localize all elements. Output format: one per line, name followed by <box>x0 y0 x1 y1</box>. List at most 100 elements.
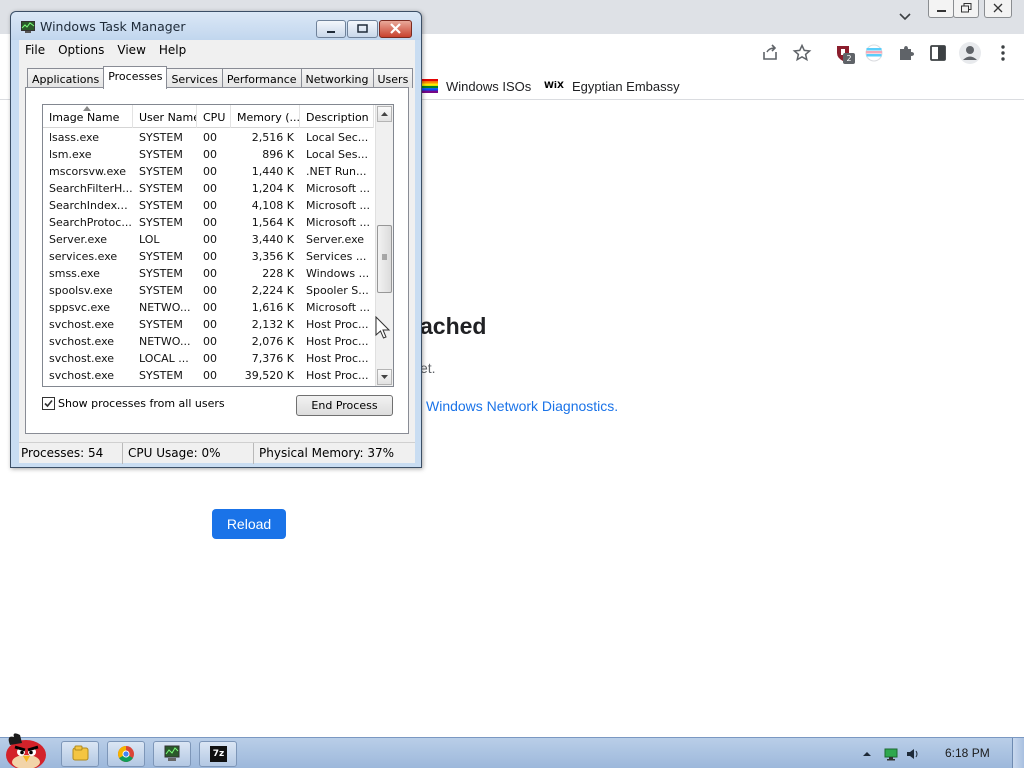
bookmark-label: Windows ISOs <box>446 78 532 94</box>
column-header-description[interactable]: Description <box>300 105 374 128</box>
status-processes: Processes: 54 <box>19 443 123 464</box>
chevron-down-icon[interactable] <box>897 8 913 24</box>
menu-file[interactable]: File <box>19 40 52 60</box>
menu-options[interactable]: Options <box>52 40 111 60</box>
table-row[interactable]: svchost.exe NETWO... 00 2,076 K Host Proc... <box>43 333 374 350</box>
minimize-icon <box>937 10 946 12</box>
bookmark-egyptian-embassy[interactable]: WiX Egyptian Embassy <box>544 77 680 95</box>
task-manager-title-bar[interactable]: Windows Task Manager <box>11 12 421 40</box>
rainbow-flag-icon <box>420 79 438 93</box>
taskbar-7zip-button[interactable]: 7z <box>199 741 237 767</box>
tab-applications[interactable]: Applications <box>27 68 105 88</box>
grip-icon <box>382 254 387 260</box>
flag-extension-icon[interactable] <box>864 43 884 63</box>
menu-icon[interactable] <box>993 43 1013 63</box>
process-list-header: Image Name User Name CPU Memory (... Des… <box>43 105 374 128</box>
browser-minimize-button[interactable] <box>928 0 954 18</box>
show-all-users-label: Show processes from all users <box>58 397 225 410</box>
taskbar: 7z 6:18 PM <box>0 733 1024 768</box>
share-icon[interactable] <box>760 43 780 63</box>
column-header-memory[interactable]: Memory (... <box>231 105 300 128</box>
tm-minimize-button[interactable] <box>316 20 346 38</box>
network-diagnostics-link[interactable]: Windows Network Diagnostics. <box>426 398 618 414</box>
table-row[interactable]: svchost.exe SYSTEM 00 2,132 K Host Proc... <box>43 316 374 333</box>
table-row[interactable]: sppsvc.exe NETWO... 00 1,616 K Microsoft ... <box>43 299 374 316</box>
show-all-users-checkbox[interactable]: Show processes from all users <box>42 397 225 410</box>
shield-extension-icon[interactable]: 2 <box>834 43 855 64</box>
menu-view[interactable]: View <box>111 40 152 60</box>
bookmark-windows-isos[interactable]: Windows ISOs <box>420 77 531 95</box>
end-process-button[interactable]: End Process <box>296 395 393 416</box>
browser-close-button[interactable] <box>984 0 1012 18</box>
error-subtitle: et. <box>420 360 436 376</box>
minimize-icon <box>327 31 335 33</box>
extension-badge: 2 <box>843 53 855 64</box>
status-physical-memory: Physical Memory: 37% <box>259 446 395 460</box>
taskbar-explorer-button[interactable] <box>61 741 99 767</box>
taskbar-clock[interactable]: 6:18 PM <box>945 746 990 760</box>
close-icon <box>993 3 1003 13</box>
table-row[interactable]: mscorsvw.exe SYSTEM 00 1,440 K .NET Run... <box>43 163 374 180</box>
desktop-screen: 2 Windows ISOs WiX Egyptian Embassy ache… <box>0 0 1024 768</box>
process-list[interactable]: Image Name User Name CPU Memory (... Des… <box>42 104 394 387</box>
tab-services[interactable]: Services <box>166 68 223 88</box>
task-manager-body: Applications Processes Services Performa… <box>19 60 415 442</box>
scroll-thumb[interactable] <box>377 225 392 293</box>
task-manager-icon <box>164 745 180 761</box>
taskbar-task-manager-button[interactable] <box>153 741 191 767</box>
browser-restore-button[interactable] <box>953 0 979 18</box>
table-row[interactable]: smss.exe SYSTEM 00 228 K Windows ... <box>43 265 374 282</box>
tab-processes[interactable]: Processes <box>103 66 168 89</box>
table-row[interactable]: lsass.exe SYSTEM 00 2,516 K Local Sec... <box>43 129 374 146</box>
sidepanel-icon[interactable] <box>928 43 948 63</box>
explorer-icon <box>72 745 89 761</box>
menu-help[interactable]: Help <box>153 40 193 60</box>
taskbar-chrome-button[interactable] <box>107 741 145 767</box>
close-icon <box>390 23 401 34</box>
tab-performance[interactable]: Performance <box>221 68 302 88</box>
chrome-icon <box>118 746 134 762</box>
start-button-icon[interactable] <box>0 731 52 768</box>
table-row[interactable]: SearchFilterH... SYSTEM 00 1,204 K Microsoft… <box>43 180 374 197</box>
mouse-cursor-icon <box>375 316 391 339</box>
checkmark-icon <box>44 399 53 408</box>
table-row[interactable]: services.exe SYSTEM 00 3,356 K Services ... <box>43 248 374 265</box>
scroll-up-button[interactable] <box>377 106 392 122</box>
volume-icon[interactable] <box>906 747 920 761</box>
reload-button[interactable]: Reload <box>212 509 286 539</box>
table-row[interactable]: svchost.exe SYSTEM 00 39,520 K Host Proc... <box>43 367 374 384</box>
table-row[interactable]: Server.exe LOL 00 3,440 K Server.exe <box>43 231 374 248</box>
maximize-icon <box>357 24 368 33</box>
arrow-up-icon <box>381 112 388 116</box>
table-row[interactable]: SearchProtoc... SYSTEM 00 1,564 K Microsoft … <box>43 214 374 231</box>
tab-networking[interactable]: Networking <box>300 68 374 88</box>
show-hidden-icons-icon[interactable] <box>860 747 874 761</box>
processes-panel: Image Name User Name CPU Memory (... Des… <box>25 87 409 434</box>
tab-users[interactable]: Users <box>372 68 414 88</box>
column-header-user-name[interactable]: User Name <box>133 105 197 128</box>
task-manager-menu-bar: File Options View Help <box>19 40 415 60</box>
status-cpu-usage: CPU Usage: 0% <box>123 443 254 464</box>
wix-icon: WiX <box>544 81 564 91</box>
process-list-scrollbar[interactable] <box>375 105 393 386</box>
table-row[interactable]: spoolsv.exe SYSTEM 00 2,224 K Spooler S... <box>43 282 374 299</box>
network-icon[interactable] <box>884 747 898 761</box>
task-manager-status-bar: Processes: 54 CPU Usage: 0% Physical Mem… <box>19 442 415 464</box>
arrow-down-icon <box>381 375 388 379</box>
table-row[interactable]: svchost.exe LOCAL ... 00 7,376 K Host Proc..… <box>43 350 374 367</box>
scroll-down-button[interactable] <box>377 369 392 385</box>
profile-icon[interactable] <box>958 41 982 65</box>
table-row[interactable]: SearchIndexe... SYSTEM 00 4,108 K Microsoft … <box>43 197 374 214</box>
show-desktop-button[interactable] <box>1012 738 1024 768</box>
task-manager-tabs: Applications Processes Services Performa… <box>27 66 414 89</box>
puzzle-icon[interactable] <box>896 43 916 63</box>
tm-close-button[interactable] <box>379 20 412 38</box>
star-icon[interactable] <box>792 43 812 63</box>
column-header-cpu[interactable]: CPU <box>197 105 231 128</box>
tm-maximize-button[interactable] <box>347 20 378 38</box>
checkbox-box[interactable] <box>42 397 55 410</box>
process-rows: lsass.exe SYSTEM 00 2,516 K Local Sec... lsm… <box>43 129 374 384</box>
table-row[interactable]: lsm.exe SYSTEM 00 896 K Local Ses... <box>43 146 374 163</box>
column-header-image-name[interactable]: Image Name <box>43 105 133 128</box>
task-manager-icon <box>21 21 35 33</box>
